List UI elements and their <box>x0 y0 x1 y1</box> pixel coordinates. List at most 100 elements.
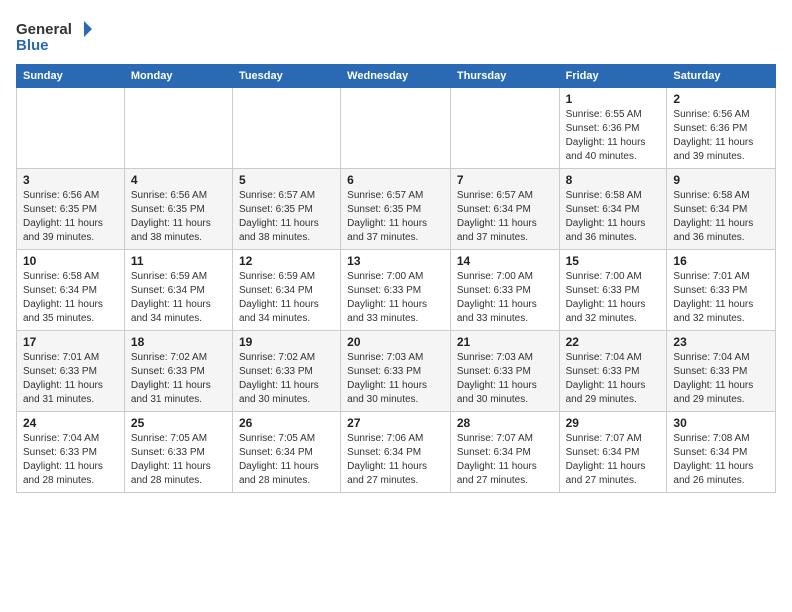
day-number: 14 <box>457 254 553 268</box>
day-number: 20 <box>347 335 444 349</box>
calendar-cell: 9 Sunrise: 6:58 AMSunset: 6:34 PMDaylight… <box>667 169 776 250</box>
calendar-cell: 22 Sunrise: 7:04 AMSunset: 6:33 PMDayligh… <box>559 331 667 412</box>
day-info: Sunrise: 7:02 AMSunset: 6:33 PMDaylight:… <box>131 351 226 407</box>
day-info: Sunrise: 7:01 AMSunset: 6:33 PMDaylight:… <box>23 351 118 407</box>
day-number: 27 <box>347 416 444 430</box>
day-number: 6 <box>347 173 444 187</box>
day-info: Sunrise: 7:04 AMSunset: 6:33 PMDaylight:… <box>566 351 661 407</box>
calendar-table: SundayMondayTuesdayWednesdayThursdayFrid… <box>16 64 776 493</box>
weekday-header-wednesday: Wednesday <box>341 65 451 88</box>
day-number: 17 <box>23 335 118 349</box>
weekday-header-friday: Friday <box>559 65 667 88</box>
day-number: 23 <box>673 335 769 349</box>
calendar-cell <box>124 88 232 169</box>
day-info: Sunrise: 6:59 AMSunset: 6:34 PMDaylight:… <box>239 270 334 326</box>
calendar-cell: 17 Sunrise: 7:01 AMSunset: 6:33 PMDayligh… <box>17 331 125 412</box>
calendar-cell: 25 Sunrise: 7:05 AMSunset: 6:33 PMDayligh… <box>124 412 232 493</box>
logo-icon: General Blue <box>16 16 96 56</box>
day-info: Sunrise: 6:58 AMSunset: 6:34 PMDaylight:… <box>23 270 118 326</box>
header: General Blue <box>16 16 776 56</box>
day-info: Sunrise: 7:04 AMSunset: 6:33 PMDaylight:… <box>673 351 769 407</box>
calendar-cell: 24 Sunrise: 7:04 AMSunset: 6:33 PMDayligh… <box>17 412 125 493</box>
logo: General Blue <box>16 16 96 56</box>
day-number: 4 <box>131 173 226 187</box>
calendar-cell: 6Sunrise: 6:57 AMSunset: 6:35 PMDaylight… <box>341 169 451 250</box>
day-number: 29 <box>566 416 661 430</box>
calendar-cell: 7 Sunrise: 6:57 AMSunset: 6:34 PMDaylight… <box>450 169 559 250</box>
day-number: 22 <box>566 335 661 349</box>
day-info: Sunrise: 7:07 AMSunset: 6:34 PMDaylight:… <box>566 432 661 488</box>
day-info: Sunrise: 7:04 AMSunset: 6:33 PMDaylight:… <box>23 432 118 488</box>
calendar-cell: 2 Sunrise: 6:56 AMSunset: 6:36 PMDaylight… <box>667 88 776 169</box>
day-number: 12 <box>239 254 334 268</box>
day-number: 15 <box>566 254 661 268</box>
weekday-header-tuesday: Tuesday <box>232 65 340 88</box>
weekday-header-row: SundayMondayTuesdayWednesdayThursdayFrid… <box>17 65 776 88</box>
day-info: Sunrise: 6:59 AMSunset: 6:34 PMDaylight:… <box>131 270 226 326</box>
svg-text:General: General <box>16 21 72 38</box>
calendar-cell: 19Sunrise: 7:02 AMSunset: 6:33 PMDayligh… <box>232 331 340 412</box>
day-number: 26 <box>239 416 334 430</box>
week-row-4: 17 Sunrise: 7:01 AMSunset: 6:33 PMDayligh… <box>17 331 776 412</box>
weekday-header-saturday: Saturday <box>667 65 776 88</box>
week-row-5: 24 Sunrise: 7:04 AMSunset: 6:33 PMDayligh… <box>17 412 776 493</box>
day-info: Sunrise: 7:05 AMSunset: 6:34 PMDaylight:… <box>239 432 334 488</box>
day-info: Sunrise: 6:56 AMSunset: 6:35 PMDaylight:… <box>23 189 118 245</box>
calendar-cell: 11 Sunrise: 6:59 AMSunset: 6:34 PMDayligh… <box>124 250 232 331</box>
day-number: 30 <box>673 416 769 430</box>
calendar-cell: 10 Sunrise: 6:58 AMSunset: 6:34 PMDayligh… <box>17 250 125 331</box>
calendar-cell: 14 Sunrise: 7:00 AMSunset: 6:33 PMDayligh… <box>450 250 559 331</box>
calendar-cell: 27Sunrise: 7:06 AMSunset: 6:34 PMDayligh… <box>341 412 451 493</box>
day-number: 10 <box>23 254 118 268</box>
calendar-cell: 23 Sunrise: 7:04 AMSunset: 6:33 PMDayligh… <box>667 331 776 412</box>
calendar-cell: 15 Sunrise: 7:00 AMSunset: 6:33 PMDayligh… <box>559 250 667 331</box>
day-info: Sunrise: 7:00 AMSunset: 6:33 PMDaylight:… <box>566 270 661 326</box>
day-info: Sunrise: 7:07 AMSunset: 6:34 PMDaylight:… <box>457 432 553 488</box>
day-number: 8 <box>566 173 661 187</box>
calendar-body: 1Sunrise: 6:55 AMSunset: 6:36 PMDaylight… <box>17 88 776 493</box>
calendar-cell: 30 Sunrise: 7:08 AMSunset: 6:34 PMDayligh… <box>667 412 776 493</box>
day-number: 21 <box>457 335 553 349</box>
day-number: 5 <box>239 173 334 187</box>
calendar-cell: 13Sunrise: 7:00 AMSunset: 6:33 PMDayligh… <box>341 250 451 331</box>
calendar-cell: 1Sunrise: 6:55 AMSunset: 6:36 PMDaylight… <box>559 88 667 169</box>
calendar-cell: 16Sunrise: 7:01 AMSunset: 6:33 PMDayligh… <box>667 250 776 331</box>
day-info: Sunrise: 7:00 AMSunset: 6:33 PMDaylight:… <box>457 270 553 326</box>
calendar-cell: 26 Sunrise: 7:05 AMSunset: 6:34 PMDayligh… <box>232 412 340 493</box>
day-info: Sunrise: 7:00 AMSunset: 6:33 PMDaylight:… <box>347 270 444 326</box>
calendar-cell: 28 Sunrise: 7:07 AMSunset: 6:34 PMDayligh… <box>450 412 559 493</box>
day-info: Sunrise: 7:05 AMSunset: 6:33 PMDaylight:… <box>131 432 226 488</box>
day-info: Sunrise: 6:58 AMSunset: 6:34 PMDaylight:… <box>673 189 769 245</box>
calendar-cell: 12 Sunrise: 6:59 AMSunset: 6:34 PMDayligh… <box>232 250 340 331</box>
day-info: Sunrise: 6:56 AMSunset: 6:36 PMDaylight:… <box>673 108 769 164</box>
calendar-cell: 3 Sunrise: 6:56 AMSunset: 6:35 PMDaylight… <box>17 169 125 250</box>
day-number: 3 <box>23 173 118 187</box>
calendar-cell <box>232 88 340 169</box>
day-number: 19 <box>239 335 334 349</box>
day-number: 9 <box>673 173 769 187</box>
calendar-cell <box>17 88 125 169</box>
day-number: 11 <box>131 254 226 268</box>
day-number: 7 <box>457 173 553 187</box>
calendar-cell: 20 Sunrise: 7:03 AMSunset: 6:33 PMDayligh… <box>341 331 451 412</box>
day-number: 28 <box>457 416 553 430</box>
day-info: Sunrise: 6:56 AMSunset: 6:35 PMDaylight:… <box>131 189 226 245</box>
day-info: Sunrise: 6:57 AMSunset: 6:34 PMDaylight:… <box>457 189 553 245</box>
day-number: 18 <box>131 335 226 349</box>
day-number: 2 <box>673 92 769 106</box>
day-number: 16 <box>673 254 769 268</box>
day-info: Sunrise: 6:58 AMSunset: 6:34 PMDaylight:… <box>566 189 661 245</box>
day-info: Sunrise: 7:03 AMSunset: 6:33 PMDaylight:… <box>457 351 553 407</box>
day-info: Sunrise: 6:55 AMSunset: 6:36 PMDaylight:… <box>566 108 661 164</box>
weekday-header-monday: Monday <box>124 65 232 88</box>
day-number: 25 <box>131 416 226 430</box>
weekday-header-thursday: Thursday <box>450 65 559 88</box>
day-number: 24 <box>23 416 118 430</box>
calendar-cell: 5 Sunrise: 6:57 AMSunset: 6:35 PMDaylight… <box>232 169 340 250</box>
day-info: Sunrise: 6:57 AMSunset: 6:35 PMDaylight:… <box>239 189 334 245</box>
calendar-cell: 18 Sunrise: 7:02 AMSunset: 6:33 PMDayligh… <box>124 331 232 412</box>
calendar-cell: 8 Sunrise: 6:58 AMSunset: 6:34 PMDaylight… <box>559 169 667 250</box>
calendar-cell: 29 Sunrise: 7:07 AMSunset: 6:34 PMDayligh… <box>559 412 667 493</box>
day-info: Sunrise: 7:03 AMSunset: 6:33 PMDaylight:… <box>347 351 444 407</box>
day-info: Sunrise: 7:08 AMSunset: 6:34 PMDaylight:… <box>673 432 769 488</box>
